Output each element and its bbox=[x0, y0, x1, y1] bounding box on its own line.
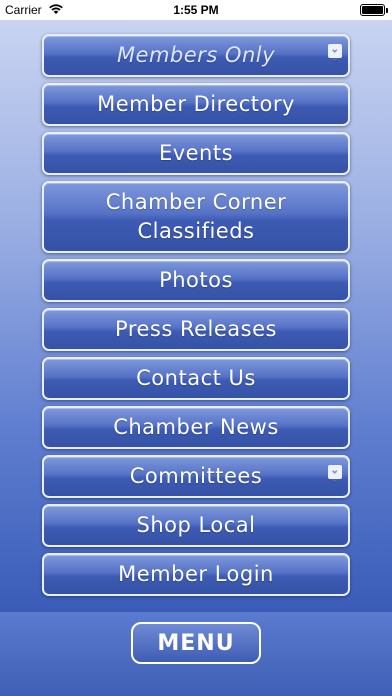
menu-item-chamber-news[interactable]: Chamber News bbox=[42, 406, 350, 449]
battery-icon bbox=[360, 4, 388, 16]
menu-toggle-button[interactable]: MENU bbox=[131, 622, 261, 664]
menu-item-label: Chamber Corner Classifieds bbox=[105, 190, 287, 243]
double-chevron-down-icon: ⌄ ⌄ bbox=[328, 43, 342, 63]
menu-item-shop-local[interactable]: Shop Local bbox=[42, 504, 350, 547]
menu-item-committees[interactable]: Committees ⌄ ⌄ bbox=[42, 455, 350, 498]
status-bar: Carrier 1:55 PM bbox=[0, 0, 392, 20]
menu-item-label: Contact Us bbox=[136, 366, 256, 390]
status-time: 1:55 PM bbox=[173, 3, 219, 17]
menu-item-members-only[interactable]: Members Only ⌄ ⌄ bbox=[42, 34, 350, 77]
menu-item-member-directory[interactable]: Member Directory bbox=[42, 83, 350, 126]
menu-item-label: Member Login bbox=[118, 562, 274, 586]
menu-item-contact-us[interactable]: Contact Us bbox=[42, 357, 350, 400]
menu-item-label: Press Releases bbox=[115, 317, 277, 341]
menu-item-label: Events bbox=[158, 141, 234, 165]
menu-panel: Members Only ⌄ ⌄ Member Directory Events … bbox=[0, 20, 392, 612]
menu-item-label: Committees bbox=[129, 464, 263, 488]
menu-item-photos[interactable]: Photos bbox=[42, 259, 350, 302]
menu-item-label: Members Only bbox=[116, 43, 276, 67]
menu-item-events[interactable]: Events bbox=[42, 132, 350, 175]
bottom-bar: MENU bbox=[0, 612, 392, 696]
menu-item-press-releases[interactable]: Press Releases bbox=[42, 308, 350, 351]
menu-item-member-login[interactable]: Member Login bbox=[42, 553, 350, 596]
menu-item-label: Chamber News bbox=[113, 415, 279, 439]
menu-item-label: Photos bbox=[159, 268, 233, 292]
menu-item-label: Shop Local bbox=[136, 513, 256, 537]
menu-item-chamber-corner-classifieds[interactable]: Chamber Corner Classifieds bbox=[42, 181, 350, 253]
double-chevron-down-icon: ⌄ ⌄ bbox=[328, 464, 342, 484]
menu-item-label: Member Directory bbox=[97, 92, 295, 116]
